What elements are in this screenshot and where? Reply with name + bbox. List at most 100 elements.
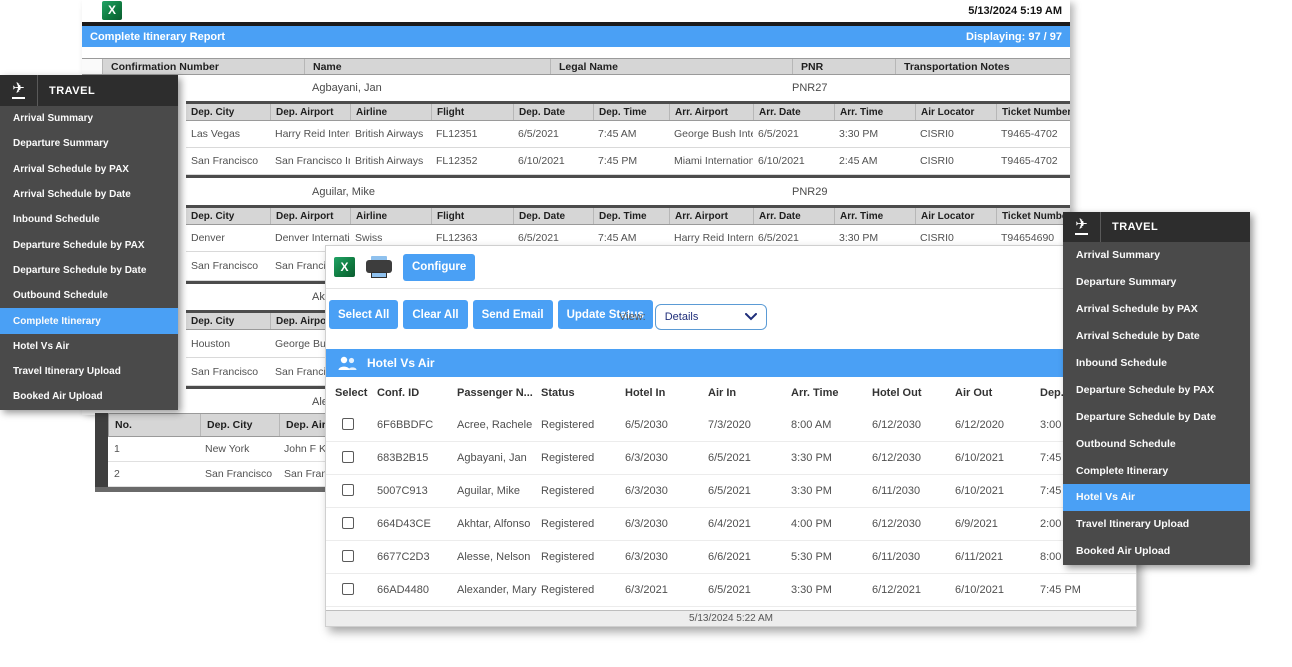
panel-title: Hotel Vs Air [367, 356, 435, 370]
sidebar-item-arrival-schedule-by-date[interactable]: Arrival Schedule by Date [0, 182, 178, 207]
report-select-column-header [82, 59, 102, 74]
sidebar-item-travel-itinerary-upload[interactable]: Travel Itinerary Upload [0, 359, 178, 384]
view-selected-value: Details [665, 311, 699, 323]
sidebar-item-hotel-vs-air[interactable]: Hotel Vs Air [1063, 484, 1250, 511]
sidebar-item-departure-schedule-by-pax[interactable]: Departure Schedule by PAX [0, 232, 178, 257]
table-row: 1 New York John F Kennedy Inte [108, 437, 330, 462]
hotel-table-row: 6677C2D3Alesse, NelsonRegistered6/3/2030… [326, 541, 1136, 574]
sidebar-item-departure-summary[interactable]: Departure Summary [0, 131, 178, 156]
hotel-table-row: 664D43CEAkhtar, AlfonsoRegistered6/3/203… [326, 508, 1136, 541]
column-conf-id: Conf. ID [373, 387, 453, 399]
report-displaying-count: Displaying: 97 / 97 [966, 31, 1062, 43]
sidebar-item-travel-itinerary-upload[interactable]: Travel Itinerary Upload [1063, 511, 1250, 538]
travel-sidebar-right: ✈ TRAVEL Arrival Summary Departure Summa… [1063, 212, 1250, 565]
sidebar-item-booked-air-upload[interactable]: Booked Air Upload [0, 384, 178, 409]
hotel-table-row: 5007C913Aguilar, MikeRegistered6/3/20306… [326, 475, 1136, 508]
sidebar-item-arrival-schedule-by-pax[interactable]: Arrival Schedule by PAX [1063, 296, 1250, 323]
column-transportation-notes: Transportation Notes [895, 59, 1070, 74]
sidebar-item-complete-itinerary[interactable]: Complete Itinerary [1063, 457, 1250, 484]
column-legal-name: Legal Name [550, 59, 792, 74]
sidebar-item-arrival-schedule-by-pax[interactable]: Arrival Schedule by PAX [0, 157, 178, 182]
passenger-group-row: Agbayani, Jan PNR27 [82, 75, 1070, 101]
clear-all-button[interactable]: Clear All [403, 300, 467, 329]
passenger-name: Aguilar, Mike [312, 186, 375, 198]
column-dep-airport: Dep. Airport [279, 414, 329, 436]
passenger-pnr: PNR29 [792, 186, 827, 198]
sidebar-item-outbound-schedule[interactable]: Outbound Schedule [1063, 430, 1250, 457]
report-spacer [82, 47, 1070, 58]
sidebar-item-inbound-schedule[interactable]: Inbound Schedule [0, 207, 178, 232]
column-airline: Airline [350, 104, 431, 120]
row-select-checkbox[interactable] [342, 484, 354, 496]
sidebar-item-departure-summary[interactable]: Departure Summary [1063, 269, 1250, 296]
column-dep-city: Dep. City [200, 414, 279, 436]
select-all-button[interactable]: Select All [329, 300, 398, 329]
row-select-checkbox[interactable] [342, 517, 354, 529]
sidebar-item-arrival-summary[interactable]: Arrival Summary [1063, 242, 1250, 269]
hotel-vs-air-panel-bar: Hotel Vs Air [326, 349, 1136, 377]
report-generated-timestamp: 5/13/2024 5:19 AM [968, 0, 1062, 22]
sidebar-item-booked-air-upload[interactable]: Booked Air Upload [1063, 538, 1250, 565]
people-group-icon [336, 355, 358, 371]
sidebar-header: ✈ TRAVEL [0, 75, 178, 106]
row-select-checkbox[interactable] [342, 550, 354, 562]
excel-export-icon[interactable]: X [102, 1, 122, 20]
sidebar-item-inbound-schedule[interactable]: Inbound Schedule [1063, 350, 1250, 377]
column-arr-time: Arr. Time [834, 104, 915, 120]
sidebar-item-hotel-vs-air[interactable]: Hotel Vs Air [0, 334, 178, 359]
column-arr-time: Arr. Time [787, 387, 868, 399]
report-group-header-row: Confirmation Number Name Legal Name PNR … [82, 58, 1070, 75]
column-passenger-name: Passenger N... [453, 387, 537, 399]
hotel-table-row: 683B2B15Agbayani, JanRegistered6/3/20306… [326, 442, 1136, 475]
column-select: Select [331, 387, 373, 399]
sidebar-item-complete-itinerary[interactable]: Complete Itinerary [0, 308, 178, 333]
sidebar-item-departure-schedule-by-date[interactable]: Departure Schedule by Date [0, 258, 178, 283]
column-name: Name [304, 59, 550, 74]
column-arr-date: Arr. Date [753, 104, 834, 120]
table-row: 2 San Francisco San Francisco Inte [108, 462, 330, 487]
travel-plane-icon: ✈ [1063, 212, 1101, 242]
flight-header-row: Dep. City Dep. Airport Airline Flight De… [186, 104, 1070, 121]
sidebar-header: ✈ TRAVEL [1063, 212, 1250, 242]
row-select-checkbox[interactable] [342, 418, 354, 430]
configure-button[interactable]: Configure [403, 254, 475, 281]
passenger-name: Agbayani, Jan [312, 82, 382, 94]
column-hotel-out: Hotel Out [868, 387, 951, 399]
passenger-pnr: PNR27 [792, 82, 827, 94]
print-icon[interactable] [366, 256, 392, 278]
column-flight: Flight [431, 104, 513, 120]
column-dep-city: Dep. City [186, 104, 270, 120]
column-ticket-number: Ticket Number [996, 104, 1070, 120]
chevron-down-icon [745, 313, 757, 321]
row-select-checkbox[interactable] [342, 583, 354, 595]
sidebar-item-outbound-schedule[interactable]: Outbound Schedule [0, 283, 178, 308]
passenger-group-row: Aguilar, Mike PNR29 [82, 178, 1070, 205]
row-select-checkbox[interactable] [342, 451, 354, 463]
column-air-locator: Air Locator [915, 104, 996, 120]
send-email-button[interactable]: Send Email [473, 300, 553, 329]
sidebar-item-departure-schedule-by-date[interactable]: Departure Schedule by Date [1063, 403, 1250, 430]
column-air-in: Air In [704, 387, 787, 399]
column-dep-time: Dep. Time [593, 104, 669, 120]
travel-plane-icon: ✈ [0, 75, 38, 106]
flight-row: San FranciscoSan Francisco InteBritish A… [186, 148, 1070, 175]
report-title-bar: Complete Itinerary Report Displaying: 97… [82, 26, 1070, 47]
hotel-footer-timestamp: 5/13/2024 5:22 AM [326, 610, 1136, 626]
report-title: Complete Itinerary Report [90, 31, 225, 43]
hotel-table-row: 6F6BBDFCAcree, RacheleRegistered6/5/2030… [326, 409, 1136, 442]
hotel-table-header-row: Select Conf. ID Passenger N... Status Ho… [326, 377, 1136, 409]
hotel-vs-air-window: X Configure Select All Clear All Send Em… [325, 245, 1137, 627]
sidebar-item-arrival-summary[interactable]: Arrival Summary [0, 106, 178, 131]
hotel-actions-row: Select All Clear All Send Email Update S… [326, 289, 1136, 349]
travel-sidebar-left: ✈ TRAVEL Arrival Summary Departure Summa… [0, 75, 178, 410]
sidebar-title: TRAVEL [1101, 221, 1158, 233]
sidebar-item-departure-schedule-by-pax[interactable]: Departure Schedule by PAX [1063, 376, 1250, 403]
flight-header-row: Dep. CityDep. AirportAirlineFlightDep. D… [186, 208, 1070, 225]
sidebar-item-arrival-schedule-by-date[interactable]: Arrival Schedule by Date [1063, 323, 1250, 350]
excel-export-icon[interactable]: X [334, 257, 355, 277]
numbered-schedule-fragment: No. Dep. City Dep. Airport 1 New York Jo… [95, 413, 330, 492]
view-dropdown[interactable]: Details [655, 304, 767, 330]
view-selector-group: View: Details [619, 304, 767, 330]
hotel-toolbar: X Configure [326, 246, 1136, 289]
hotel-table-row: 66AD4480Alexander, MaryRegistered6/3/202… [326, 574, 1136, 607]
